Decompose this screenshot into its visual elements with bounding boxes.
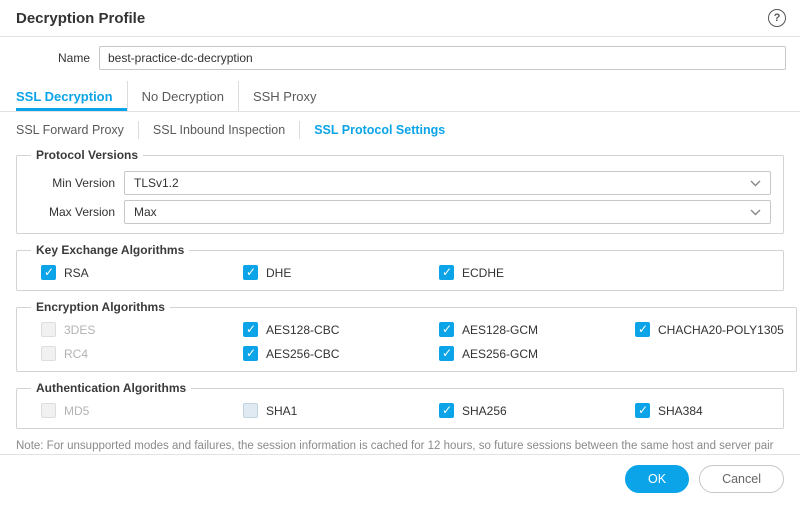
checkbox-label: MD5 xyxy=(64,404,89,418)
min-version-label: Min Version xyxy=(29,176,115,190)
subtab-ssl-forward-proxy[interactable]: SSL Forward Proxy xyxy=(16,121,138,139)
checkbox-box[interactable] xyxy=(439,403,454,418)
checkbox-label: DHE xyxy=(266,266,291,280)
sub-tabs: SSL Forward Proxy SSL Inbound Inspection… xyxy=(0,112,800,148)
authentication-grid: MD5 SHA1 SHA256 SHA384 xyxy=(29,399,771,419)
min-version-row: Min Version TLSv1.2 xyxy=(29,171,771,195)
checkbox-label: SHA384 xyxy=(658,404,703,418)
checkbox-3des[interactable]: 3DES xyxy=(41,322,243,337)
main-tabs: SSL Decryption No Decryption SSH Proxy xyxy=(0,81,800,112)
checkbox-box[interactable] xyxy=(41,403,56,418)
name-label: Name xyxy=(16,51,90,65)
dialog-header: Decryption Profile ? xyxy=(0,0,800,37)
dialog-title: Decryption Profile xyxy=(16,10,145,27)
checkbox-box[interactable] xyxy=(439,322,454,337)
checkbox-aes256-cbc[interactable]: AES256-CBC xyxy=(243,346,439,361)
encryption-section: Encryption Algorithms 3DES AES128-CBC AE… xyxy=(16,300,797,372)
checkbox-label: AES128-GCM xyxy=(462,323,538,337)
key-exchange-legend: Key Exchange Algorithms xyxy=(31,243,189,257)
checkbox-box[interactable] xyxy=(41,265,56,280)
max-version-value: Max xyxy=(134,205,157,219)
checkbox-label: AES128-CBC xyxy=(266,323,339,337)
checkbox-box[interactable] xyxy=(243,322,258,337)
checkbox-label: SHA1 xyxy=(266,404,297,418)
checkbox-aes128-cbc[interactable]: AES128-CBC xyxy=(243,322,439,337)
checkbox-label: AES256-CBC xyxy=(266,347,339,361)
checkbox-label: ECDHE xyxy=(462,266,504,280)
checkbox-dhe[interactable]: DHE xyxy=(243,265,439,280)
key-exchange-section: Key Exchange Algorithms RSA DHE ECDHE xyxy=(16,243,784,291)
min-version-value: TLSv1.2 xyxy=(134,176,179,190)
checkbox-aes256-gcm[interactable]: AES256-GCM xyxy=(439,346,635,361)
tab-no-decryption[interactable]: No Decryption xyxy=(127,81,238,111)
encryption-legend: Encryption Algorithms xyxy=(31,300,170,314)
tab-ssh-proxy[interactable]: SSH Proxy xyxy=(238,81,331,111)
checkbox-rsa[interactable]: RSA xyxy=(41,265,243,280)
authentication-legend: Authentication Algorithms xyxy=(31,381,191,395)
decryption-profile-dialog: Decryption Profile ? Name SSL Decryption… xyxy=(0,0,800,505)
checkbox-sha1[interactable]: SHA1 xyxy=(243,403,439,418)
help-icon[interactable]: ? xyxy=(768,9,786,27)
ok-button[interactable]: OK xyxy=(625,465,689,493)
checkbox-rc4[interactable]: RC4 xyxy=(41,346,243,361)
checkbox-sha256[interactable]: SHA256 xyxy=(439,403,635,418)
max-version-select[interactable]: Max xyxy=(124,200,771,224)
checkbox-box[interactable] xyxy=(439,346,454,361)
checkbox-box[interactable] xyxy=(243,403,258,418)
grid-spacer xyxy=(635,346,784,361)
checkbox-box[interactable] xyxy=(635,322,650,337)
checkbox-box[interactable] xyxy=(635,403,650,418)
cancel-button[interactable]: Cancel xyxy=(699,465,784,493)
checkbox-label: CHACHA20-POLY1305 xyxy=(658,323,784,337)
checkbox-box[interactable] xyxy=(41,346,56,361)
checkbox-md5[interactable]: MD5 xyxy=(41,403,243,418)
protocol-versions-section: Protocol Versions Min Version TLSv1.2 Ma… xyxy=(16,148,784,234)
checkbox-label: AES256-GCM xyxy=(462,347,538,361)
checkbox-box[interactable] xyxy=(41,322,56,337)
checkbox-box[interactable] xyxy=(243,265,258,280)
encryption-grid: 3DES AES128-CBC AES128-GCM CHACHA20-POLY… xyxy=(29,318,784,362)
max-version-row: Max Version Max xyxy=(29,200,771,224)
name-input[interactable] xyxy=(99,46,786,70)
dialog-footer: OK Cancel xyxy=(0,454,800,505)
max-version-label: Max Version xyxy=(29,205,115,219)
key-exchange-grid: RSA DHE ECDHE xyxy=(29,261,771,281)
min-version-select[interactable]: TLSv1.2 xyxy=(124,171,771,195)
checkbox-chacha20-poly1305[interactable]: CHACHA20-POLY1305 xyxy=(635,322,784,337)
authentication-section: Authentication Algorithms MD5 SHA1 SHA25… xyxy=(16,381,784,429)
checkbox-box[interactable] xyxy=(243,346,258,361)
checkbox-ecdhe[interactable]: ECDHE xyxy=(439,265,635,280)
checkbox-label: RSA xyxy=(64,266,89,280)
subtab-ssl-inbound-inspection[interactable]: SSL Inbound Inspection xyxy=(138,121,299,139)
chevron-down-icon xyxy=(750,209,761,216)
checkbox-sha384[interactable]: SHA384 xyxy=(635,403,771,418)
subtab-ssl-protocol-settings[interactable]: SSL Protocol Settings xyxy=(299,121,459,139)
checkbox-label: SHA256 xyxy=(462,404,507,418)
checkbox-box[interactable] xyxy=(439,265,454,280)
checkbox-label: RC4 xyxy=(64,347,88,361)
checkbox-label: 3DES xyxy=(64,323,95,337)
chevron-down-icon xyxy=(750,180,761,187)
checkbox-aes128-gcm[interactable]: AES128-GCM xyxy=(439,322,635,337)
name-row: Name xyxy=(16,46,786,70)
protocol-versions-legend: Protocol Versions xyxy=(31,148,143,162)
tab-ssl-decryption[interactable]: SSL Decryption xyxy=(16,81,127,111)
